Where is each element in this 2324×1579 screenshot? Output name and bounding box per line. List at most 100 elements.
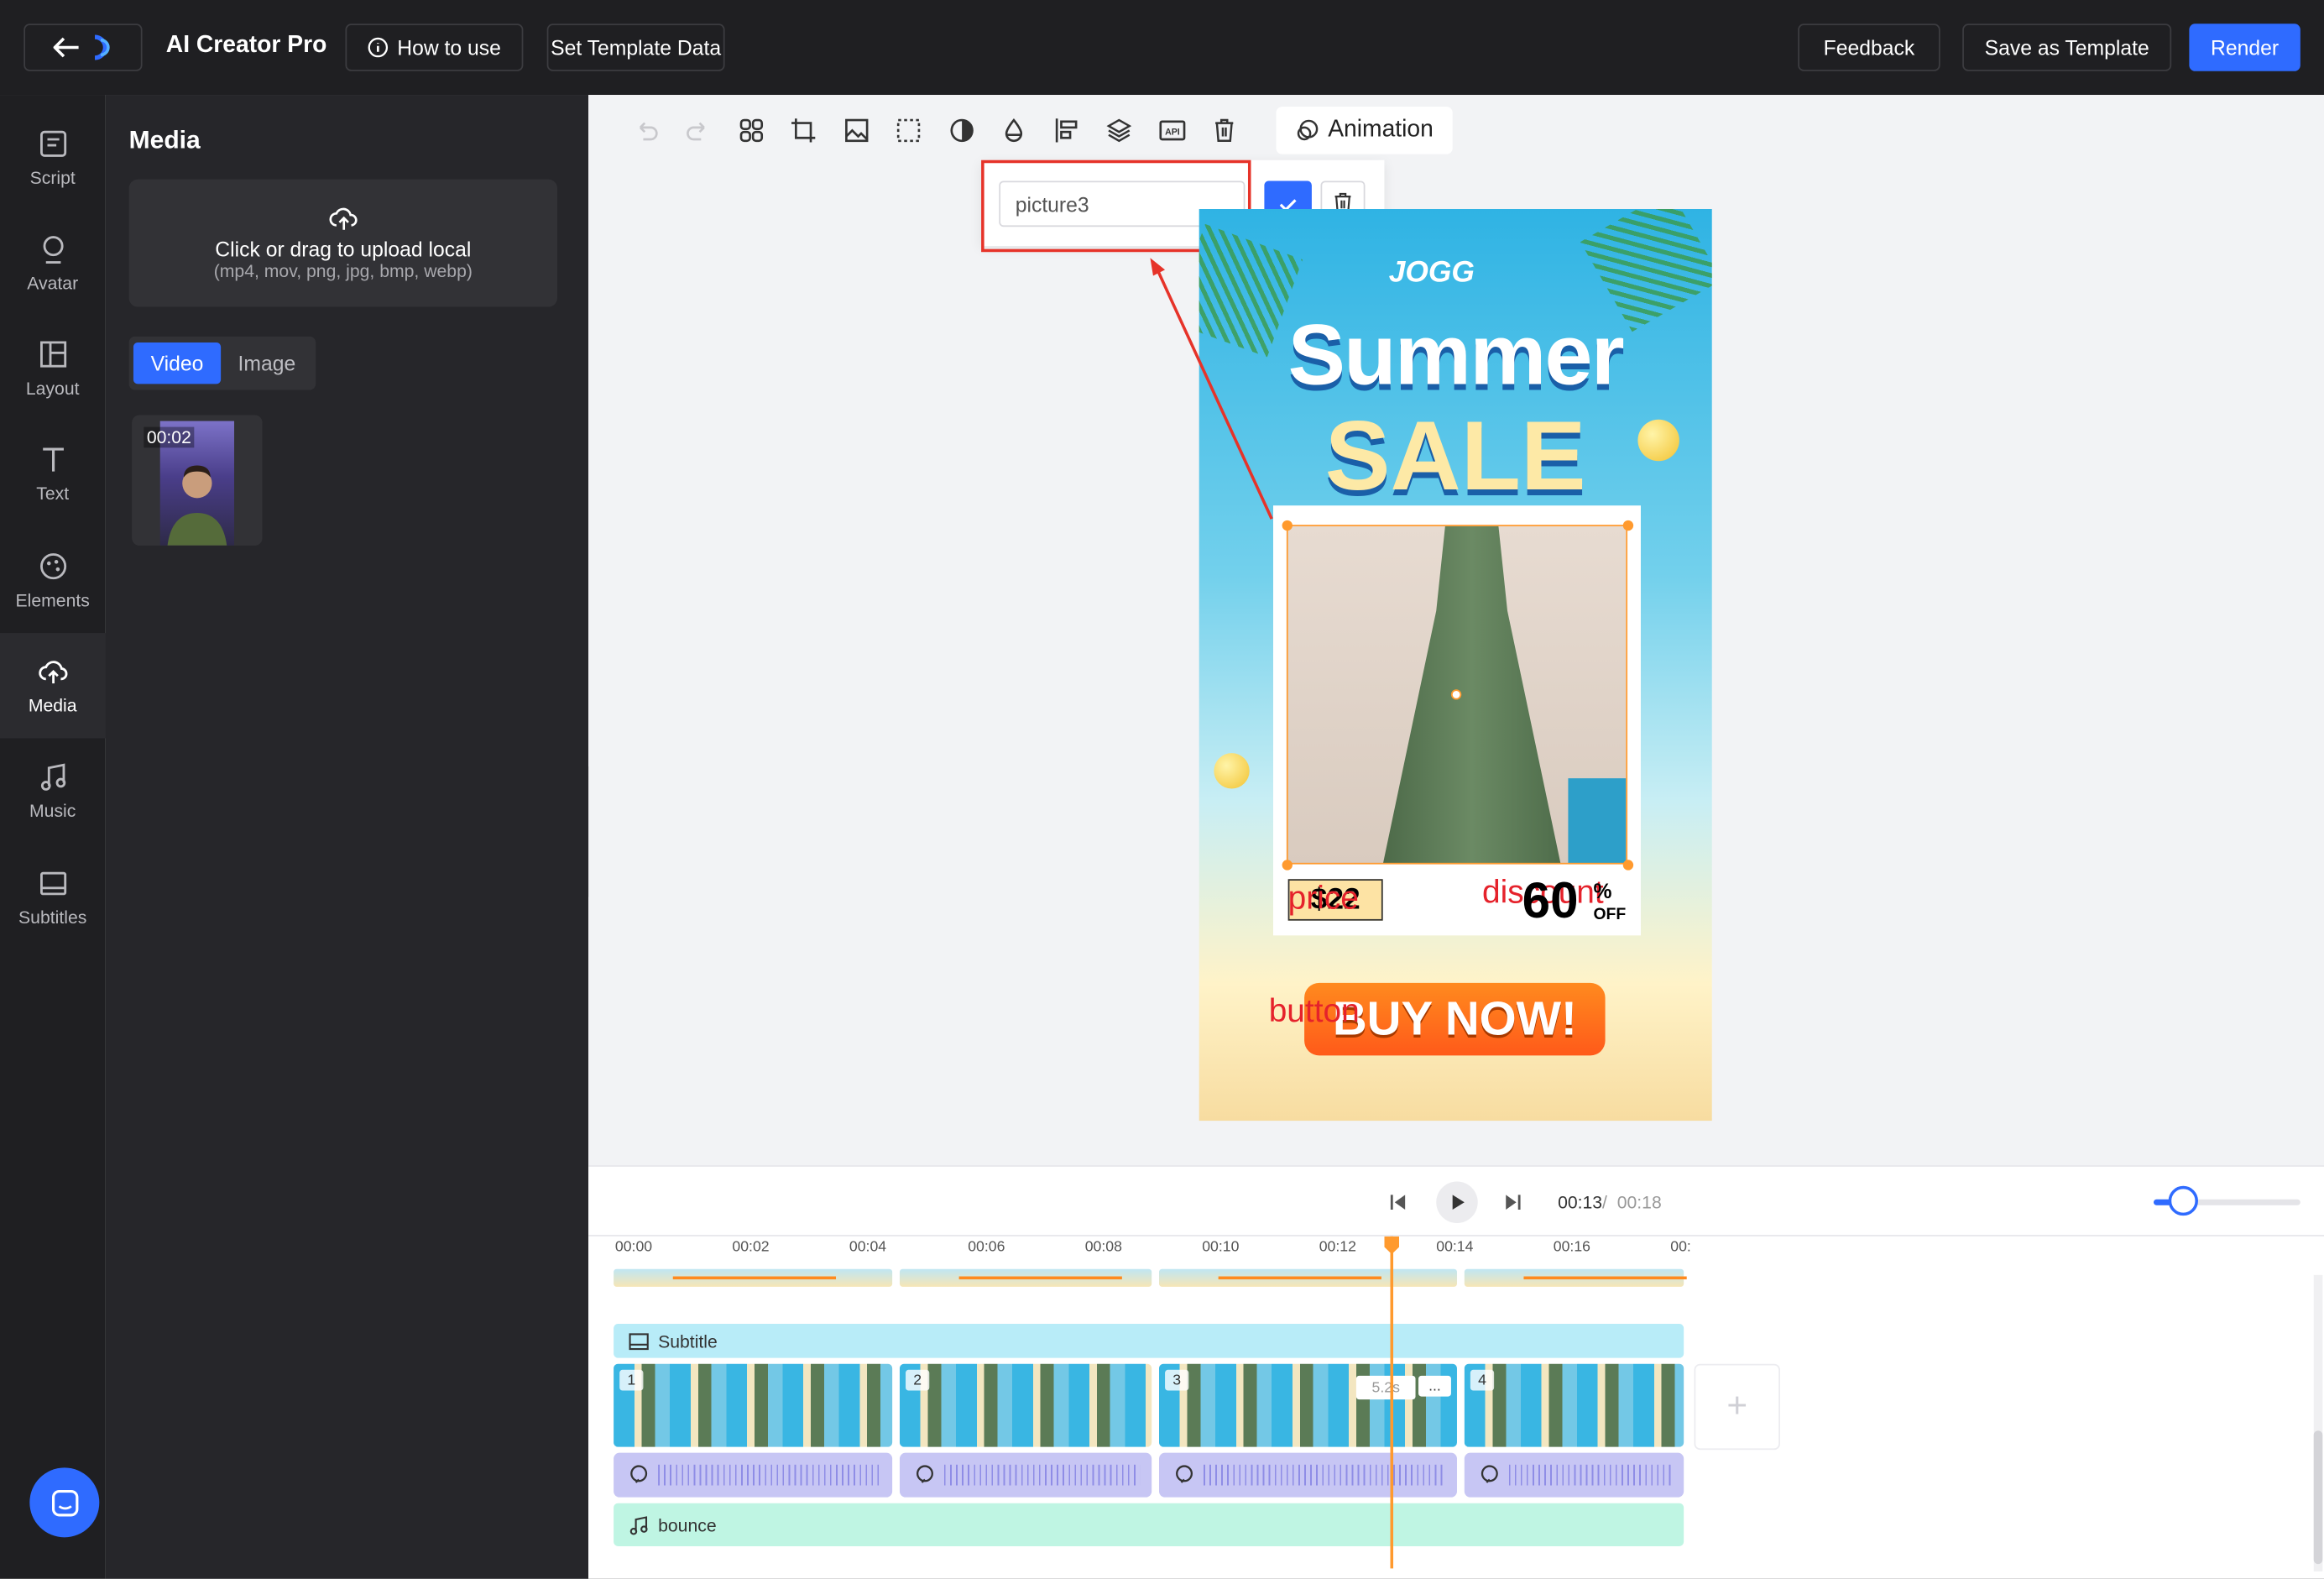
media-type-toggle: Video Image — [128, 336, 316, 390]
chat-support-button[interactable] — [29, 1467, 100, 1538]
animation-button[interactable]: Animation — [1276, 107, 1453, 154]
tab-video[interactable]: Video — [133, 342, 222, 384]
back-button[interactable] — [24, 24, 143, 71]
nav-label: Script — [29, 167, 76, 189]
voice-clip[interactable] — [1159, 1452, 1457, 1498]
resize-handle[interactable] — [1622, 860, 1634, 871]
crop-icon — [791, 118, 816, 143]
nav-item-avatar[interactable]: Avatar — [0, 211, 105, 316]
arrow-left-icon — [53, 37, 79, 58]
element-clip[interactable] — [1464, 1268, 1687, 1287]
nav-item-layout[interactable]: Layout — [0, 316, 105, 421]
timeline: 00:00 00:02 00:04 00:06 00:08 00:10 00:1… — [588, 1236, 2324, 1579]
scene-more-button[interactable]: ... — [1418, 1375, 1451, 1397]
tab-image[interactable]: Image — [224, 342, 310, 384]
button-layer-label: button — [1268, 991, 1360, 1029]
redo-button[interactable] — [672, 107, 725, 154]
info-icon — [368, 37, 389, 58]
group-icon — [739, 118, 763, 143]
nav-item-music[interactable]: Music — [0, 738, 105, 843]
music-track[interactable]: bounce — [614, 1503, 1684, 1546]
voice-icon — [1176, 1465, 1193, 1483]
delete-button[interactable] — [1199, 107, 1251, 154]
nav-item-script[interactable]: Script — [0, 105, 105, 210]
set-template-data-button[interactable]: Set Template Data — [546, 24, 725, 71]
add-scene-button[interactable]: + — [1694, 1363, 1780, 1451]
chat-icon — [51, 1489, 78, 1516]
nav-item-elements[interactable]: Elements — [0, 528, 105, 633]
crop-button[interactable] — [777, 107, 830, 154]
discount-value[interactable]: 60 — [1522, 873, 1579, 931]
music-icon — [629, 1515, 648, 1535]
scene-clip[interactable]: 1 — [614, 1363, 893, 1447]
music-icon — [40, 763, 65, 791]
play-button[interactable] — [1436, 1181, 1478, 1223]
svg-text:API: API — [1165, 128, 1180, 138]
element-clip[interactable] — [614, 1268, 893, 1287]
nav-item-subtitles[interactable]: Subtitles — [0, 845, 105, 950]
undo-button[interactable] — [619, 107, 672, 154]
resize-handle[interactable] — [1282, 860, 1293, 871]
color-button[interactable] — [988, 107, 1041, 154]
nav-item-media[interactable]: Media — [0, 633, 106, 739]
redo-icon — [687, 122, 706, 141]
play-icon — [1452, 1195, 1465, 1210]
skip-forward-icon — [1506, 1195, 1521, 1210]
media-panel: Media Click or drag to upload local (mp4… — [105, 95, 589, 1579]
ruler-label: 00:02 — [732, 1239, 770, 1256]
nav-label: Media — [28, 695, 77, 716]
price-layer-label: price — [1287, 879, 1359, 917]
poster-headline-sale[interactable]: SALE — [1199, 399, 1712, 511]
poster-logo[interactable]: JOGG — [1389, 257, 1475, 291]
center-handle[interactable] — [1450, 689, 1462, 700]
ruler-label: 00:08 — [1084, 1239, 1122, 1256]
mask-icon — [897, 118, 921, 143]
api-button[interactable]: API — [1146, 107, 1199, 154]
voice-clip[interactable] — [1464, 1452, 1684, 1498]
api-icon: API — [1159, 120, 1185, 141]
how-to-use-button[interactable]: How to use — [345, 24, 524, 71]
cloud-upload-icon — [38, 661, 67, 684]
resize-handle[interactable] — [1622, 520, 1634, 531]
nav-item-text[interactable]: Text — [0, 421, 105, 526]
render-button[interactable]: Render — [2189, 24, 2300, 71]
align-button[interactable] — [1041, 107, 1094, 154]
adjust-button[interactable] — [935, 107, 988, 154]
resize-handle[interactable] — [1282, 520, 1293, 531]
group-button[interactable] — [725, 107, 778, 154]
ruler-label: 00:14 — [1436, 1239, 1474, 1256]
subtitle-track-label: Subtitle — [658, 1330, 718, 1352]
element-clip[interactable] — [1159, 1268, 1457, 1287]
scene-number: 1 — [619, 1369, 644, 1391]
poster-headline-summer[interactable]: Summer — [1199, 306, 1712, 405]
nav-label: Subtitles — [18, 907, 87, 928]
layers-button[interactable] — [1093, 107, 1146, 154]
scene-clip[interactable]: 4 — [1464, 1363, 1684, 1447]
scene-number: 2 — [906, 1369, 930, 1391]
timeline-scrollbar-thumb[interactable] — [2313, 1430, 2323, 1565]
clip-bar — [672, 1276, 837, 1280]
delete-icon — [1215, 118, 1234, 143]
media-item[interactable]: 00:02 — [132, 415, 263, 546]
waveform — [658, 1464, 881, 1486]
text-icon — [42, 447, 64, 472]
scene-clip[interactable]: 2 — [899, 1363, 1152, 1447]
subtitle-track[interactable]: Subtitle — [614, 1324, 1684, 1358]
ruler-label: 00:06 — [968, 1239, 1005, 1256]
media-duration: 00:02 — [144, 426, 195, 448]
voice-icon — [1481, 1465, 1498, 1483]
skip-forward-button[interactable] — [1496, 1184, 1531, 1220]
replace-image-button[interactable] — [830, 107, 883, 154]
element-clip[interactable] — [899, 1268, 1152, 1287]
voice-clip[interactable] — [614, 1452, 893, 1498]
feedback-button[interactable]: Feedback — [1798, 24, 1940, 71]
mask-button[interactable] — [883, 107, 936, 154]
upload-dropzone[interactable]: Click or drag to upload local (mp4, mov,… — [128, 179, 558, 307]
editor-toolbar: API — [619, 107, 1251, 154]
playhead[interactable] — [1390, 1236, 1394, 1569]
skip-back-button[interactable] — [1380, 1184, 1415, 1220]
zoom-slider-knob[interactable] — [2168, 1185, 2198, 1216]
panel-title: Media — [128, 126, 201, 154]
voice-clip[interactable] — [899, 1452, 1152, 1498]
save-as-template-button[interactable]: Save as Template — [1962, 24, 2172, 71]
